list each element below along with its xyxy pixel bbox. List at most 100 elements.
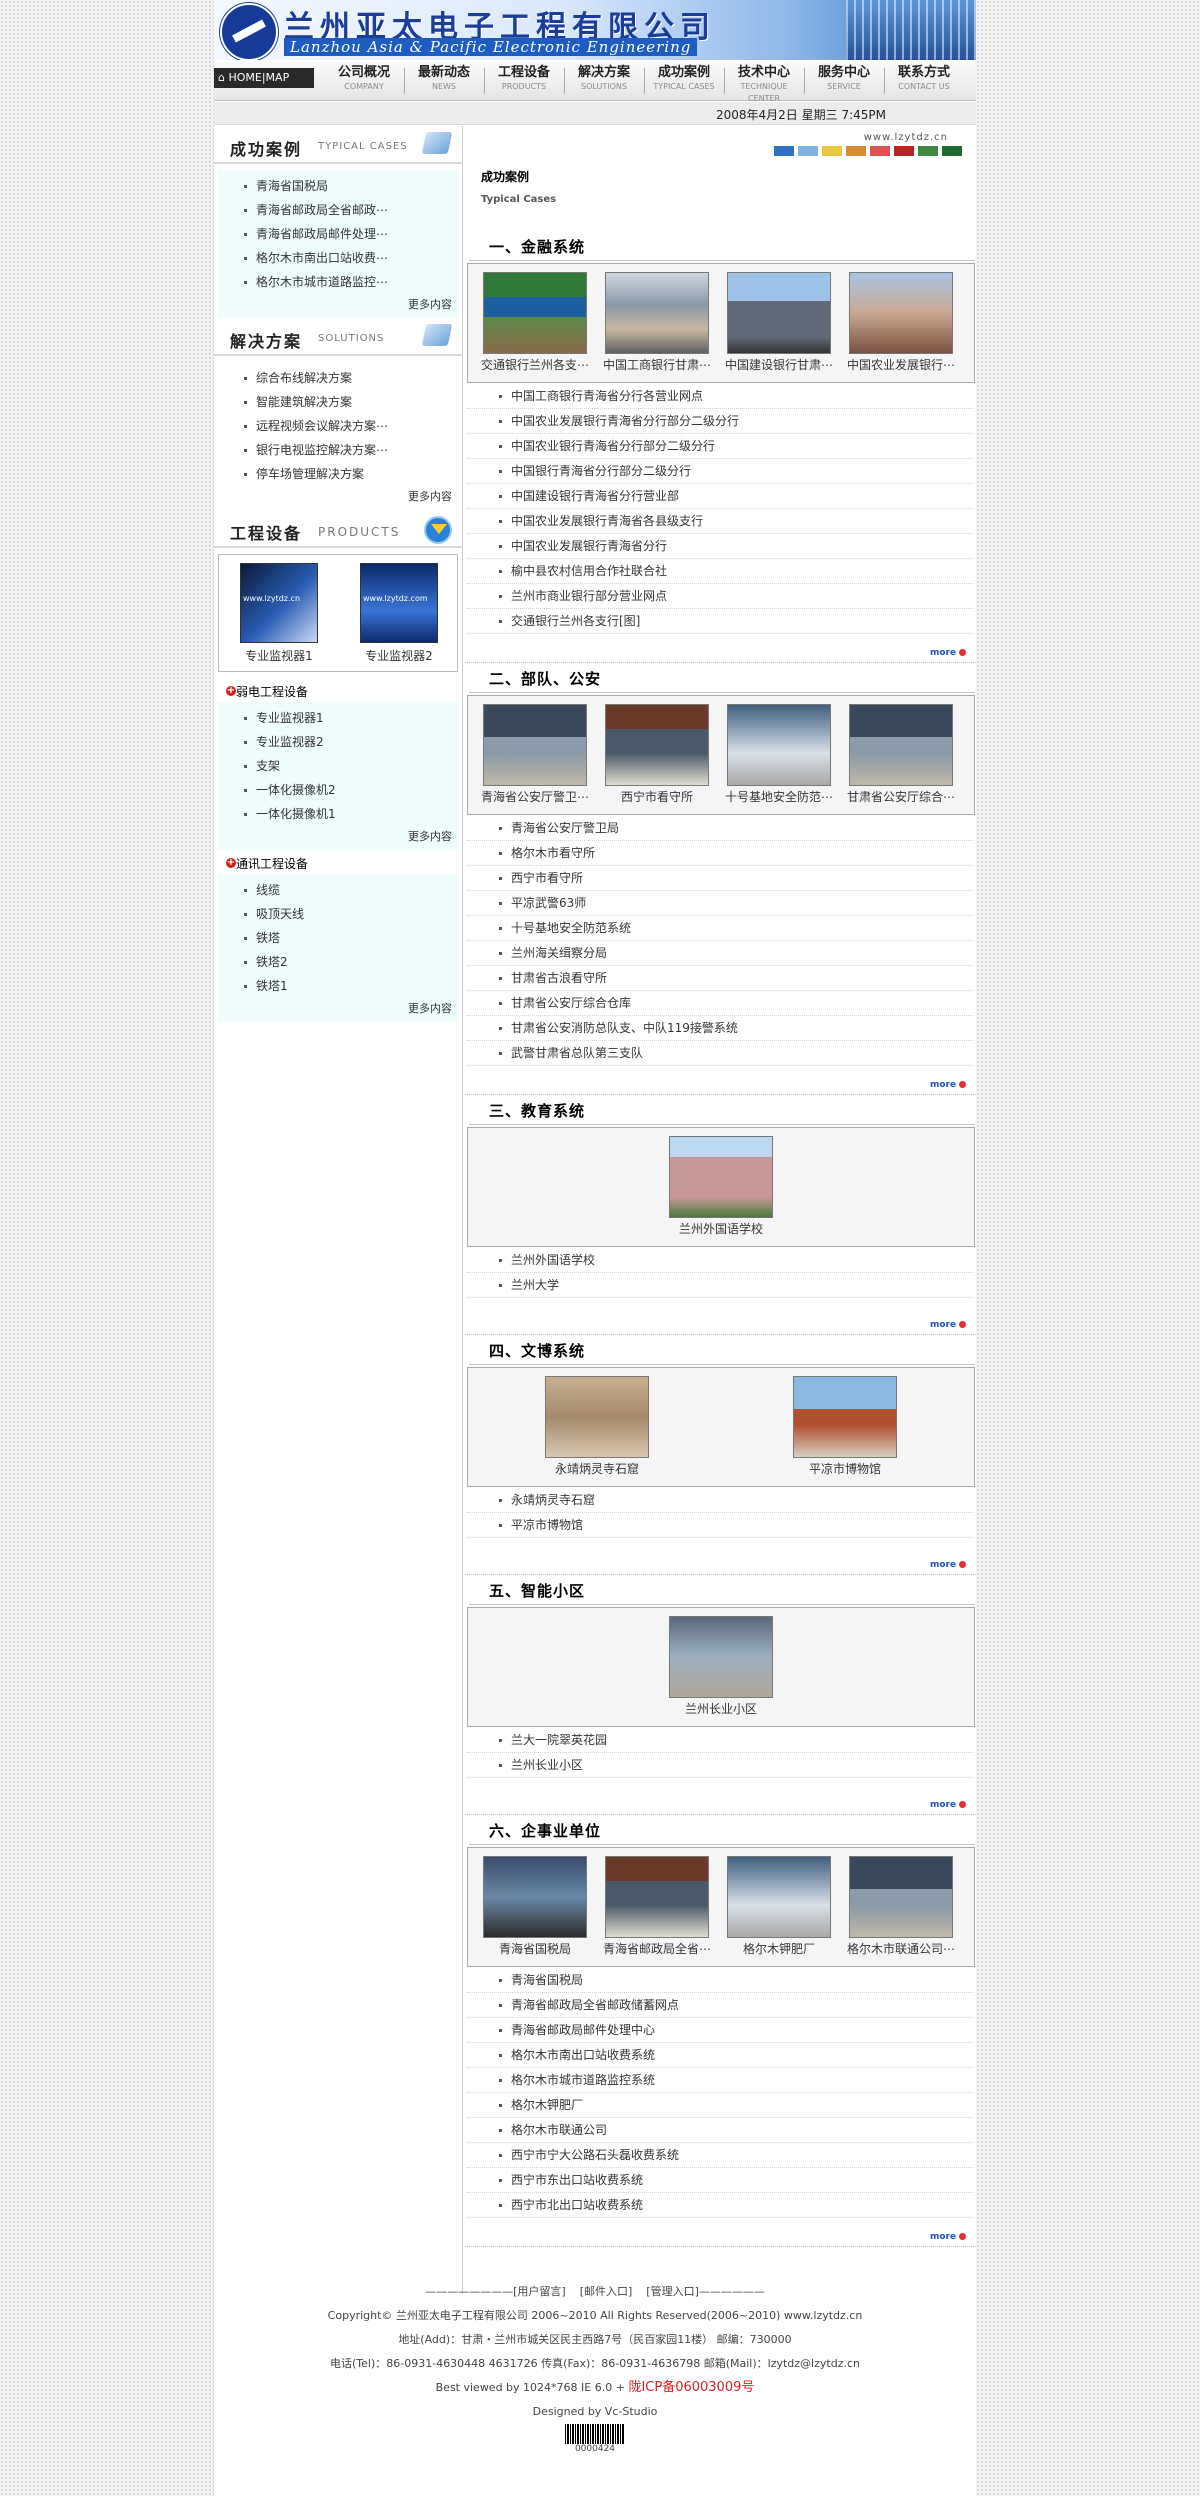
case-link[interactable]: 永靖炳灵寺石窟	[467, 1488, 973, 1513]
case-link[interactable]: 青海省邮政局全省邮政储蓄网点	[467, 1993, 973, 2018]
gallery-item[interactable]: 格尔木钾肥厂	[720, 1856, 838, 1957]
case-link[interactable]: 中国农业银行青海省分行部分二级分行	[467, 434, 973, 459]
case-link[interactable]: 平凉市博物馆	[467, 1513, 973, 1538]
sidebar-solution-item[interactable]: 智能建筑解决方案	[218, 390, 458, 414]
sidebar-solution-item[interactable]: 综合布线解决方案	[218, 366, 458, 390]
case-link[interactable]: 西宁市看守所	[467, 866, 973, 891]
gallery-item[interactable]: 永靖炳灵寺石窟	[538, 1376, 656, 1477]
sidebar-solution-item[interactable]: 停车场管理解决方案	[218, 462, 458, 486]
weak-current-item[interactable]: 一体化摄像机2	[218, 778, 458, 802]
nav-cases[interactable]: 成功案例 TYPICAL CASES	[646, 65, 722, 97]
sidebar-case-item[interactable]: 青海省国税局	[218, 174, 458, 198]
case-link[interactable]: 甘肃省公安消防总队支、中队119接警系统	[467, 1016, 973, 1041]
case-link[interactable]: 平凉武警63师	[467, 891, 973, 916]
case-link[interactable]: 中国工商银行青海省分行各营业网点	[467, 384, 973, 409]
case-link[interactable]: 兰州大学	[467, 1273, 973, 1298]
more-link[interactable]: more	[930, 2232, 966, 2242]
case-link[interactable]: 甘肃省古浪看守所	[467, 966, 973, 991]
sidebar-solution-item[interactable]: 远程视频会议解决方案⋯	[218, 414, 458, 438]
telecom-heading[interactable]: 通讯工程设备	[214, 854, 462, 874]
case-link[interactable]: 中国银行青海省分行部分二级分行	[467, 459, 973, 484]
case-link[interactable]: 十号基地安全防范系统	[467, 916, 973, 941]
site-url: www.lzytdz.cn	[863, 132, 948, 143]
nav-service[interactable]: 服务中心 SERVICE	[806, 65, 882, 97]
gallery-item[interactable]: 青海省邮政局全省⋯	[598, 1856, 716, 1957]
gallery-item[interactable]: 中国农业发展银行⋯	[842, 272, 960, 373]
case-link[interactable]: 中国农业发展银行青海省分行部分二级分行	[467, 409, 973, 434]
case-link[interactable]: 中国建设银行青海省分行营业部	[467, 484, 973, 509]
case-link[interactable]: 中国农业发展银行青海省各县级支行	[467, 509, 973, 534]
weak-current-item[interactable]: 专业监视器2	[218, 730, 458, 754]
case-link[interactable]: 格尔木市南出口站收费系统	[467, 2043, 973, 2068]
case-link[interactable]: 兰大一院翠英花园	[467, 1728, 973, 1753]
home-map-button[interactable]: ⌂ HOME|MAP	[214, 68, 314, 88]
case-link[interactable]: 格尔木市看守所	[467, 841, 973, 866]
sidebar-case-item[interactable]: 青海省邮政局邮件处理⋯	[218, 222, 458, 246]
telecom-item[interactable]: 铁塔	[218, 926, 458, 950]
gallery-item[interactable]: 中国建设银行甘肃⋯	[720, 272, 838, 373]
gallery-item[interactable]: 十号基地安全防范⋯	[720, 704, 838, 805]
sidebar-solutions-more-link[interactable]: 更多内容	[218, 486, 458, 508]
product-card[interactable]: www.lzytdz.cn 专业监视器1	[229, 563, 329, 664]
sidebar-cases-more-link[interactable]: 更多内容	[218, 294, 458, 316]
sidebar-case-item[interactable]: 青海省邮政局全省邮政⋯	[218, 198, 458, 222]
case-link[interactable]: 西宁市东出口站收费系统	[467, 2168, 973, 2193]
case-link[interactable]: 榆中县农村信用合作社联合社	[467, 559, 973, 584]
case-link[interactable]: 格尔木钾肥厂	[467, 2093, 973, 2118]
icp-link[interactable]: 陇ICP备06003009号	[628, 2380, 754, 2395]
guestbook-link[interactable]: [用户留言]	[513, 2285, 566, 2298]
telecom-item[interactable]: 铁塔2	[218, 950, 458, 974]
gallery-item[interactable]: 甘肃省公安厅综合⋯	[842, 704, 960, 805]
gallery-item[interactable]: 交通银行兰州各支⋯	[476, 272, 594, 373]
nav-products[interactable]: 工程设备 PRODUCTS	[486, 65, 562, 97]
weak-current-more-link[interactable]: 更多内容	[218, 826, 458, 848]
case-link[interactable]: 甘肃省公安厅综合仓库	[467, 991, 973, 1016]
case-link[interactable]: 兰州外国语学校	[467, 1248, 973, 1273]
sidebar-case-item[interactable]: 格尔木市城市道路监控⋯	[218, 270, 458, 294]
case-link[interactable]: 青海省公安厅警卫局	[467, 816, 973, 841]
nav-company[interactable]: 公司概况 COMPANY	[326, 65, 402, 97]
more-link[interactable]: more	[930, 1560, 966, 1570]
telecom-more-link[interactable]: 更多内容	[218, 998, 458, 1020]
more-link[interactable]: more	[930, 1800, 966, 1810]
mail-link[interactable]: [邮件入口]	[580, 2285, 633, 2298]
gallery-item[interactable]: 格尔木市联通公司⋯	[842, 1856, 960, 1957]
case-link[interactable]: 兰州市商业银行部分营业网点	[467, 584, 973, 609]
gallery-item[interactable]: 兰州外国语学校	[662, 1136, 780, 1237]
gallery-item[interactable]: 中国工商银行甘肃⋯	[598, 272, 716, 373]
telecom-item[interactable]: 铁塔1	[218, 974, 458, 998]
admin-link[interactable]: [管理入口]	[646, 2285, 699, 2298]
case-link[interactable]: 西宁市北出口站收费系统	[467, 2193, 973, 2218]
case-link[interactable]: 西宁市宁大公路石头磊收费系统	[467, 2143, 973, 2168]
gallery-item[interactable]: 青海省公安厅警卫⋯	[476, 704, 594, 805]
sidebar-solution-item[interactable]: 银行电视监控解决方案⋯	[218, 438, 458, 462]
gallery-item[interactable]: 兰州长业小区	[662, 1616, 780, 1717]
nav-news[interactable]: 最新动态 NEWS	[406, 65, 482, 97]
weak-current-item[interactable]: 一体化摄像机1	[218, 802, 458, 826]
gallery-item[interactable]: 西宁市看守所	[598, 704, 716, 805]
more-link[interactable]: more	[930, 1320, 966, 1330]
nav-contact[interactable]: 联系方式 CONTACT US	[886, 65, 962, 97]
telecom-item[interactable]: 线缆	[218, 878, 458, 902]
nav-technique[interactable]: 技术中心 TECHNIQUE CENTER	[726, 65, 802, 103]
sidebar-case-item[interactable]: 格尔木市南出口站收费⋯	[218, 246, 458, 270]
case-link[interactable]: 兰州长业小区	[467, 1753, 973, 1778]
case-link[interactable]: 中国农业发展银行青海省分行	[467, 534, 973, 559]
case-link[interactable]: 青海省国税局	[467, 1968, 973, 1993]
telecom-item[interactable]: 吸顶天线	[218, 902, 458, 926]
case-link[interactable]: 青海省邮政局邮件处理中心	[467, 2018, 973, 2043]
product-card[interactable]: www.lzytdz.com 专业监视器2	[349, 563, 449, 664]
case-link[interactable]: 武警甘肃省总队第三支队	[467, 1041, 973, 1066]
case-link[interactable]: 交通银行兰州各支行[图]	[467, 609, 973, 634]
case-link[interactable]: 格尔木市城市道路监控系统	[467, 2068, 973, 2093]
weak-current-item[interactable]: 专业监视器1	[218, 706, 458, 730]
gallery-item[interactable]: 青海省国税局	[476, 1856, 594, 1957]
gallery-item[interactable]: 平凉市博物馆	[786, 1376, 904, 1477]
case-link[interactable]: 兰州海关缉察分局	[467, 941, 973, 966]
more-link[interactable]: more	[930, 1080, 966, 1090]
more-link[interactable]: more	[930, 648, 966, 658]
nav-solutions[interactable]: 解决方案 SOLUTIONS	[566, 65, 642, 97]
weak-current-item[interactable]: 支架	[218, 754, 458, 778]
case-link[interactable]: 格尔木市联通公司	[467, 2118, 973, 2143]
weak-current-heading[interactable]: 弱电工程设备	[214, 682, 462, 702]
